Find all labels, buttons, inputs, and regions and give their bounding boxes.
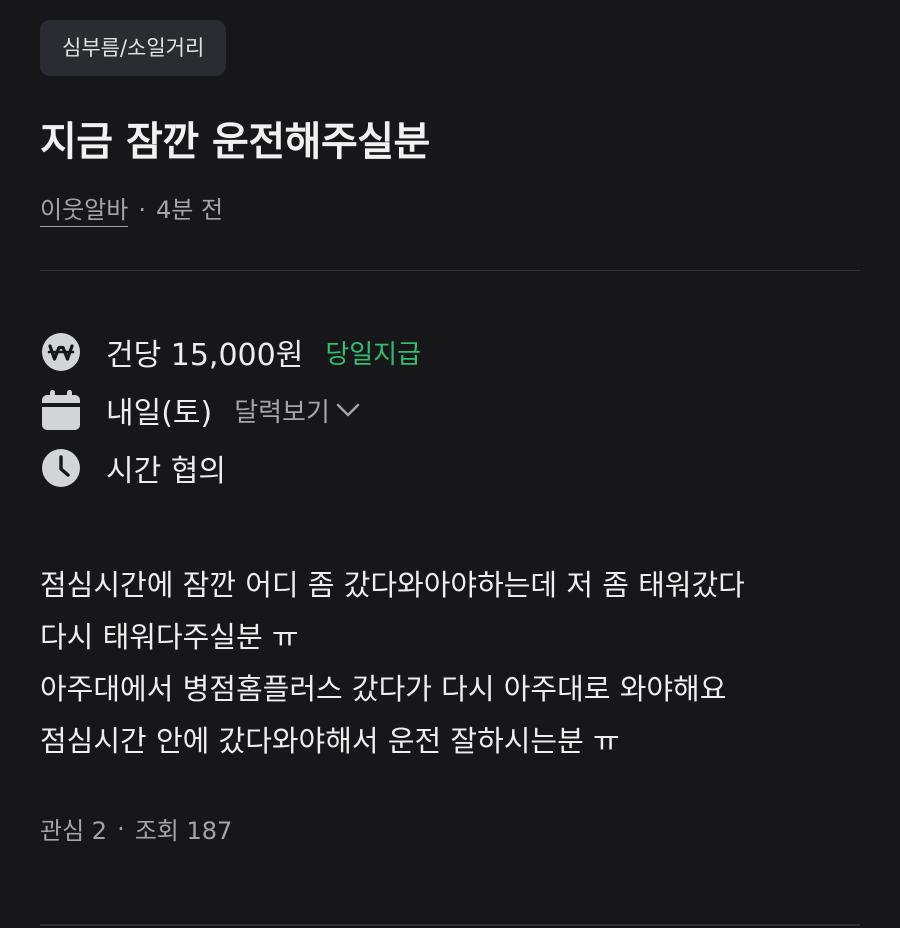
job-info-list: 건당 15,000원 당일지급 내일(토) 달력보기 시간 협의 [40, 323, 860, 497]
post-title: 지금 잠깐 운전해주실분 [40, 119, 430, 165]
pay-row: 건당 15,000원 당일지급 [40, 323, 860, 381]
interest-count: 관심 2 [40, 817, 108, 845]
divider [40, 270, 860, 271]
post-stats: 관심 2 · 조회 187 [40, 811, 860, 846]
description-line: 점심시간 안에 갔다와야해서 운전 잘하시는분 ㅠ [40, 724, 620, 758]
description-line: 아주대에서 병점홈플러스 갔다가 다시 아주대로 와야해요 [40, 672, 727, 706]
post-detail: 심부름/소일거리 지금 잠깐 운전해주실분 이웃알바 · 4분 전 건당 15,… [40, 20, 860, 846]
date-value: 내일(토) [106, 396, 213, 431]
post-description: 점심시간에 잠깐 어디 좀 갔다와아야하는데 저 좀 태워갔다 다시 태워다주실… [40, 559, 860, 767]
description-line: 다시 태워다주실분 ㅠ [40, 620, 299, 654]
description-line: 점심시간에 잠깐 어디 좀 갔다와아야하는데 저 좀 태워갔다 [40, 568, 745, 602]
calendar-icon [40, 389, 82, 431]
time-ago: 4분 전 [155, 196, 224, 224]
meta-separator: · [138, 196, 146, 224]
category-chip[interactable]: 심부름/소일거리 [40, 20, 227, 76]
calendar-toggle[interactable]: 달력보기 [234, 392, 360, 429]
date-row: 내일(토) 달력보기 [40, 381, 860, 439]
calendar-toggle-label: 달력보기 [234, 397, 330, 428]
chevron-down-icon [336, 402, 360, 418]
pay-amount: 건당 15,000원 [106, 338, 304, 373]
won-icon [40, 331, 82, 373]
same-day-pay-badge: 당일지급 [325, 339, 421, 370]
author-link[interactable]: 이웃알바 [40, 194, 129, 227]
post-meta: 이웃알바 · 4분 전 [40, 190, 860, 230]
time-value: 시간 협의 [106, 454, 226, 489]
stats-separator: · [117, 814, 125, 843]
bottom-divider [40, 924, 860, 926]
clock-icon [40, 447, 82, 489]
view-count: 조회 187 [134, 817, 233, 845]
time-row: 시간 협의 [40, 439, 860, 497]
